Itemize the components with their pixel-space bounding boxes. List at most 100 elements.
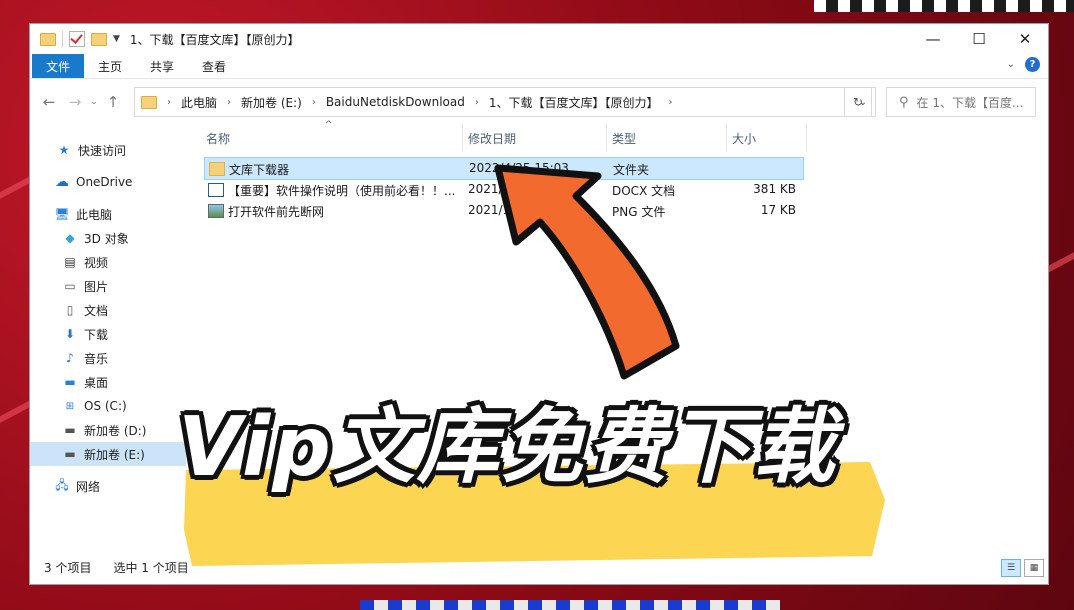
navigation-bar: ← → ⌄ ↑ › 此电脑 › 新加卷 (E:) › BaiduNetdiskD… [30, 79, 1048, 125]
column-modified[interactable]: 修改日期 [468, 130, 516, 147]
file-list: ^ 名称 修改日期 类型 大小 文库下载器 2022/4/25 15:03 文件… [194, 120, 1048, 550]
nav-music[interactable]: ♪ 音乐 [30, 346, 186, 370]
expand-ribbon-icon[interactable]: ⌄ [1007, 59, 1015, 70]
picture-icon: ▭ [64, 279, 76, 293]
search-box[interactable]: ⚲ 在 1、下载【百度... [886, 87, 1036, 117]
cube-icon: ◆ [65, 231, 75, 245]
nav-label: 下载 [84, 327, 109, 342]
folder-icon [40, 32, 56, 46]
large-icons-view-icon[interactable]: ▦ [1024, 559, 1044, 577]
document-icon: ▯ [66, 303, 74, 317]
nav-videos[interactable]: ▤ 视频 [30, 250, 186, 274]
column-size[interactable]: 大小 [732, 130, 756, 147]
forward-arrow-icon[interactable]: → [62, 93, 88, 111]
image-file-icon [208, 204, 224, 218]
recent-dropdown-icon[interactable]: ⌄ [88, 97, 100, 107]
star-icon: ★ [58, 143, 70, 157]
help-icon[interactable]: ? [1025, 57, 1040, 72]
nav-label: 桌面 [84, 375, 109, 390]
search-input[interactable]: 在 1、下载【百度... [917, 94, 1024, 111]
title-bar: ▼ 1、下载【百度文库】【原创力】 — ☐ ✕ [30, 24, 1048, 54]
details-view-icon[interactable]: ☰ [1001, 559, 1021, 577]
breadcrumb-drive-e[interactable]: 新加卷 (E:) [241, 94, 302, 111]
refresh-icon: ↻ [852, 95, 864, 109]
chevron-right-icon[interactable]: › [312, 97, 316, 108]
column-resize-handle[interactable] [726, 124, 727, 152]
breadcrumb-this-pc[interactable]: 此电脑 [181, 94, 217, 111]
tab-share[interactable]: 共享 [136, 54, 188, 78]
refresh-button[interactable]: ↻ [844, 87, 872, 117]
customize-dropdown-icon[interactable]: ▼ [113, 34, 120, 44]
file-name: 文库下载器 [229, 163, 290, 177]
nav-label: 网络 [76, 479, 101, 494]
new-folder-icon[interactable] [91, 32, 107, 46]
nav-desktop[interactable]: ▬ 桌面 [30, 370, 186, 394]
nav-drive-d[interactable]: ▬ 新加卷 (D:) [30, 418, 186, 442]
windows-drive-icon: ⊞ [65, 400, 75, 412]
network-icon: 🖧 [55, 477, 69, 492]
nav-network[interactable]: 🖧 网络 [30, 474, 186, 498]
nav-label: 音乐 [84, 351, 109, 366]
column-resize-handle[interactable] [462, 124, 463, 152]
file-name: 打开软件前先断网 [228, 205, 325, 219]
chevron-right-icon[interactable]: › [167, 97, 171, 108]
chevron-right-icon[interactable]: › [668, 97, 672, 108]
breadcrumb-current-folder[interactable]: 1、下载【百度文库】【原创力】 [489, 94, 659, 111]
nav-onedrive[interactable]: ☁ OneDrive [30, 170, 186, 194]
column-type[interactable]: 类型 [612, 130, 636, 147]
status-bar: 3 个项目 选中 1 个项目 ☰ ▦ [30, 550, 1048, 584]
folder-icon [209, 162, 225, 176]
file-row[interactable]: 【重要】软件操作说明（使用前必看！！... 2021/11/ DOCX 文档 3… [204, 179, 802, 200]
nav-label: OS (C:) [84, 399, 127, 413]
word-document-icon [208, 183, 224, 197]
nav-documents[interactable]: ▯ 文档 [30, 298, 186, 322]
toolbar-separator [62, 31, 63, 47]
breadcrumb-baidunetdisk[interactable]: BaiduNetdiskDownload [326, 95, 465, 109]
window-controls: — ☐ ✕ [910, 24, 1048, 54]
file-modified: 2021/10/ [468, 203, 522, 217]
nav-label: 3D 对象 [84, 231, 129, 246]
nav-label: 新加卷 (E:) [84, 447, 145, 462]
column-name[interactable]: 名称 [206, 130, 230, 147]
nav-label: 快速访问 [78, 143, 127, 158]
properties-icon[interactable] [69, 31, 85, 47]
close-button[interactable]: ✕ [1002, 24, 1048, 54]
minimize-button[interactable]: — [910, 24, 956, 54]
computer-icon: 🖥 [54, 207, 70, 221]
tab-file[interactable]: 文件 [32, 54, 85, 78]
desktop-icon: ▬ [64, 375, 76, 389]
selection-count: 选中 1 个项目 [113, 560, 189, 575]
drive-icon: ▬ [64, 447, 76, 461]
search-icon: ⚲ [899, 94, 909, 110]
file-type: 文件夹 [613, 163, 650, 177]
file-modified: 2021/11/ [468, 182, 522, 196]
file-modified: 2022/4/25 15:03 [469, 161, 569, 175]
column-headers: ^ 名称 修改日期 类型 大小 [194, 120, 1048, 152]
file-row[interactable]: 文库下载器 2022/4/25 15:03 文件夹 [204, 157, 804, 180]
tab-view[interactable]: 查看 [188, 54, 240, 78]
maximize-button[interactable]: ☐ [956, 24, 1002, 54]
nav-drive-e[interactable]: ▬ 新加卷 (E:) [30, 442, 186, 466]
column-resize-handle[interactable] [606, 124, 607, 152]
nav-pictures[interactable]: ▭ 图片 [30, 274, 186, 298]
chevron-right-icon[interactable]: › [227, 97, 231, 108]
file-row[interactable]: 打开软件前先断网 2021/10/ PNG 文件 17 KB [204, 200, 802, 221]
nav-this-pc[interactable]: 🖥 此电脑 [30, 202, 186, 226]
nav-drive-c[interactable]: ⊞ OS (C:) [30, 394, 186, 418]
nav-3d-objects[interactable]: ◆ 3D 对象 [30, 226, 186, 250]
nav-label: 文档 [84, 303, 109, 318]
up-arrow-icon[interactable]: ↑ [100, 93, 126, 111]
file-size: 17 KB [760, 203, 796, 217]
ribbon-tabs: 文件 主页 共享 查看 ⌄ ? [30, 54, 1048, 79]
nav-downloads[interactable]: ⬇ 下载 [30, 322, 186, 346]
navigation-pane: ★ 快速访问 ☁ OneDrive 🖥 此电脑 ◆ 3D 对象 ▤ 视频 ▭ 图… [30, 124, 186, 550]
drive-icon: ▬ [64, 423, 76, 437]
file-type: DOCX 文档 [612, 184, 676, 198]
chevron-right-icon[interactable]: › [475, 97, 479, 108]
tab-home[interactable]: 主页 [84, 54, 136, 78]
back-arrow-icon[interactable]: ← [36, 93, 62, 111]
column-resize-handle[interactable] [806, 124, 807, 152]
address-bar[interactable]: › 此电脑 › 新加卷 (E:) › BaiduNetdiskDownload … [134, 87, 876, 117]
folder-icon [141, 95, 157, 109]
nav-quick-access[interactable]: ★ 快速访问 [30, 138, 186, 162]
